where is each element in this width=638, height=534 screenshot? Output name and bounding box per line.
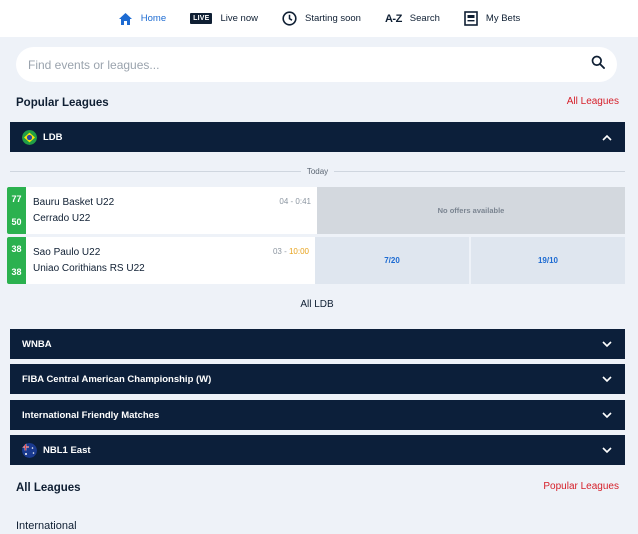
divider-line	[10, 170, 301, 172]
nav-live-label: Live now	[220, 13, 258, 24]
popular-leagues-title: Popular Leagues	[16, 97, 109, 109]
teams: Bauru Basket U22 Cerrado U22	[26, 187, 114, 234]
game-clock: 0:41	[295, 197, 311, 206]
nav-home[interactable]: Home	[118, 12, 166, 26]
search-icon[interactable]	[591, 55, 605, 74]
nav-search[interactable]: A-Z Search	[385, 13, 440, 25]
all-leagues-title: All Leagues	[16, 482, 81, 494]
event-details[interactable]: 38 38 Sao Paulo U22 Uniao Corithians RS …	[7, 237, 315, 284]
away-team: Cerrado U22	[33, 213, 91, 224]
period: 04	[279, 197, 289, 206]
chevron-down-icon[interactable]	[601, 338, 613, 350]
no-offers-panel: No offers available	[317, 187, 625, 234]
home-team: Bauru Basket U22	[33, 197, 115, 208]
event-details[interactable]: 77 50 Bauru Basket U22 Cerrado U22 04 - …	[7, 187, 317, 234]
event-row: 38 38 Sao Paulo U22 Uniao Corithians RS …	[7, 237, 625, 284]
odds-value: 19/10	[537, 256, 559, 265]
period: 03	[272, 247, 282, 256]
game-clock: 10:00	[288, 247, 309, 256]
chevron-down-icon[interactable]	[601, 444, 613, 456]
league-name: FIBA Central American Championship (W)	[22, 373, 212, 385]
nav-search-label: Search	[409, 13, 440, 24]
odds-value: 7/20	[384, 256, 400, 265]
live-score-box: 77 50	[7, 187, 26, 234]
league-name: LDB	[43, 131, 63, 143]
clock-icon	[282, 11, 297, 26]
home-score: 77	[11, 193, 22, 204]
league-bar-ldb[interactable]: LDB	[10, 122, 625, 152]
chevron-up-icon[interactable]	[601, 131, 613, 143]
chevron-down-icon[interactable]	[601, 409, 613, 421]
divider-line	[334, 170, 626, 172]
day-divider: Today	[10, 164, 626, 178]
league-bar-wnba[interactable]: WNBA	[10, 329, 625, 359]
league-name: International Friendly Matches	[22, 409, 160, 421]
top-navigation: Home LIVE Live now Starting soon A-Z Sea…	[0, 0, 638, 37]
nav-live-now[interactable]: LIVE Live now	[190, 13, 258, 24]
away-team: Uniao Corithians RS U22	[33, 263, 145, 274]
league-bar-fiba-central-american[interactable]: FIBA Central American Championship (W)	[10, 364, 625, 394]
league-name: WNBA	[22, 338, 52, 350]
home-team: Sao Paulo U22	[33, 247, 101, 258]
league-name: NBL1 East	[43, 444, 91, 456]
nav-home-label: Home	[140, 13, 167, 24]
australia-flag-icon	[22, 442, 37, 458]
betslip-icon	[464, 11, 478, 26]
live-score-box: 38 38	[7, 237, 26, 284]
nav-starting-soon-label: Starting soon	[304, 13, 361, 24]
no-offers-text: No offers available	[437, 206, 505, 215]
home-score: 38	[11, 243, 22, 254]
event-row: 77 50 Bauru Basket U22 Cerrado U22 04 - …	[7, 187, 625, 234]
az-icon: A-Z	[384, 12, 402, 25]
search-input[interactable]	[28, 57, 591, 72]
day-label: Today	[306, 166, 329, 176]
search-bar	[16, 47, 617, 82]
live-badge-icon: LIVE	[190, 13, 213, 24]
clock-separator: -	[281, 247, 289, 256]
away-score: 50	[11, 217, 22, 228]
odds-button-home[interactable]: 7/20	[315, 237, 469, 284]
chevron-down-icon[interactable]	[601, 373, 613, 385]
nav-my-bets-label: My Bets	[485, 13, 521, 24]
league-bar-international-friendly[interactable]: International Friendly Matches	[10, 400, 625, 430]
teams: Sao Paulo U22 Uniao Corithians RS U22	[26, 237, 145, 284]
event-clock: 03 - 10:00	[273, 247, 309, 256]
away-score: 38	[11, 267, 22, 278]
odds-button-away[interactable]: 19/10	[471, 237, 625, 284]
nav-my-bets[interactable]: My Bets	[464, 11, 520, 26]
all-ldb-link[interactable]: All LDB	[0, 299, 634, 310]
event-clock: 04 - 0:41	[279, 197, 311, 206]
brazil-flag-icon	[22, 129, 37, 145]
home-icon	[118, 12, 133, 26]
all-leagues-link[interactable]: All Leagues	[567, 96, 619, 107]
league-group-international[interactable]: International	[16, 520, 77, 532]
league-bar-nbl1-east[interactable]: NBL1 East	[10, 435, 625, 465]
popular-leagues-link[interactable]: Popular Leagues	[543, 481, 619, 492]
nav-starting-soon[interactable]: Starting soon	[282, 11, 361, 26]
